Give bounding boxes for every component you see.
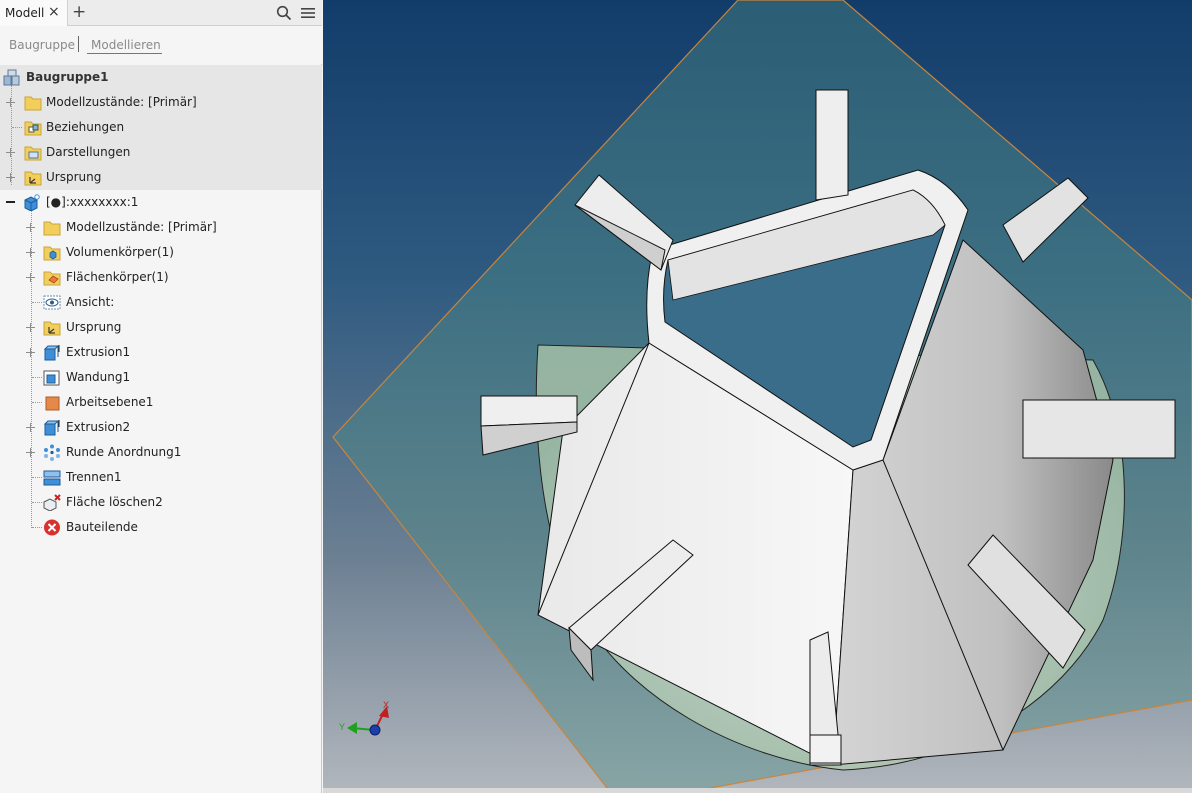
expand-icon[interactable] [6,148,15,157]
tree-item-shell1[interactable]: Wandung1 [0,365,322,390]
tree-item-label: Trennen1 [66,470,122,484]
work-plane-icon [45,396,60,411]
graphics-window[interactable]: X Y [323,0,1192,793]
triad-y-label: Y [339,722,345,732]
tab-divider [78,36,79,52]
tree-connector [12,127,22,128]
tree-item-label: Flächenkörper(1) [66,270,169,284]
tab-model-label: Modell [5,6,45,20]
shell-icon [43,370,60,386]
tree-item-label: Ursprung [66,320,122,334]
tree-item-split1[interactable]: Trennen1 [0,465,322,490]
view-icon [43,295,61,310]
close-icon[interactable]: × [48,4,60,20]
expand-icon[interactable] [26,448,35,457]
tree-item-part[interactable]: [●]:xxxxxxxx:1 [0,190,322,215]
folder-icon [24,96,42,111]
tree-item-label: Arbeitsebene1 [66,395,154,409]
origin-icon [43,321,61,336]
tree-item-representations[interactable]: Darstellungen [0,140,322,165]
expand-icon[interactable] [26,423,35,432]
tree-item-part-origin[interactable]: Ursprung [0,315,322,340]
model-browser-panel: Modell × + Baugruppe Modellieren Baugrup… [0,0,322,793]
tree-item-origin[interactable]: Ursprung [0,165,322,190]
tree-item-label: Darstellungen [46,145,131,159]
tree-item-label: [●]:xxxxxxxx:1 [46,195,139,209]
tab-assembly[interactable]: Baugruppe [9,38,75,52]
menu-icon[interactable] [300,5,316,21]
expand-icon[interactable] [6,173,15,182]
tree-connector [32,302,42,303]
tree-item-label: Modellzustände: [Primär] [66,220,217,234]
triad-x-label: X [383,700,389,710]
surface-bodies-icon [43,271,61,286]
tree-connector [32,527,42,528]
circular-pattern-icon [44,444,60,461]
tree-item-model-states[interactable]: Modellzustände: [Primär] [0,90,322,115]
tree-item-circular-pattern1[interactable]: Runde Anordnung1 [0,440,322,465]
horizontal-scrollbar[interactable] [323,788,1192,793]
tree-item-end-of-part[interactable]: Bauteilende [0,515,322,540]
end-of-part-icon [44,519,60,536]
representations-icon [24,146,42,161]
tree-item-delete-face2[interactable]: Fläche löschen2 [0,490,322,515]
tree-root-assembly[interactable]: Baugruppe1 [0,65,322,90]
expand-icon[interactable] [26,248,35,257]
split-icon [43,470,61,486]
tree-item-label: Modellzustände: [Primär] [46,95,197,109]
active-tab-underline [87,53,162,54]
tab-modeling[interactable]: Modellieren [91,38,161,52]
tree-item-label: Beziehungen [46,120,125,134]
tab-model[interactable]: Modell × [0,0,68,26]
tree-item-extrusion2[interactable]: Extrusion2 [0,415,322,440]
tree-item-part-model-states[interactable]: Modellzustände: [Primär] [0,215,322,240]
tree-item-view[interactable]: Ansicht: [0,290,322,315]
origin-icon [24,171,42,186]
mode-tabs: Baugruppe Modellieren [0,26,322,64]
tree-item-label: Fläche löschen2 [66,495,163,509]
tree-item-label: Volumenkörper(1) [66,245,174,259]
tree-item-extrusion1[interactable]: Extrusion1 [0,340,322,365]
tree-item-label: Baugruppe1 [26,70,109,84]
model-view: X Y [332,0,1192,793]
expand-icon[interactable] [26,273,35,282]
assembly-icon [3,69,20,86]
relationships-icon [24,121,42,136]
extrusion-icon [43,420,60,436]
delete-face-icon [43,494,61,511]
tree-item-label: Ansicht: [66,295,115,309]
extrusion-icon [43,345,60,361]
browser-tab-bar: Modell × + [0,0,322,26]
tree-item-label: Extrusion1 [66,345,131,359]
add-tab-icon[interactable]: + [72,3,86,21]
tree-item-label: Runde Anordnung1 [66,445,182,459]
tree-connector [32,502,42,503]
search-icon[interactable] [276,5,292,21]
tree-item-surface-bodies[interactable]: Flächenkörper(1) [0,265,322,290]
tree-connector [32,402,42,403]
part-icon [24,194,40,211]
folder-icon [43,221,61,236]
tree-item-solid-bodies[interactable]: Volumenkörper(1) [0,240,322,265]
tree-item-label: Bauteilende [66,520,138,534]
view-cube-triad[interactable]: X Y [339,700,389,736]
expand-icon[interactable] [6,98,15,107]
collapse-icon[interactable] [6,198,15,207]
tree-item-label: Extrusion2 [66,420,131,434]
tree-connector [32,477,42,478]
tree-item-work-plane1[interactable]: Arbeitsebene1 [0,390,322,415]
expand-icon[interactable] [26,323,35,332]
tree-item-relationships[interactable]: Beziehungen [0,115,322,140]
tree-item-label: Ursprung [46,170,102,184]
expand-icon[interactable] [26,223,35,232]
solid-bodies-icon [43,246,61,261]
tree-item-label: Wandung1 [66,370,131,384]
tree-connector [32,377,42,378]
expand-icon[interactable] [26,348,35,357]
